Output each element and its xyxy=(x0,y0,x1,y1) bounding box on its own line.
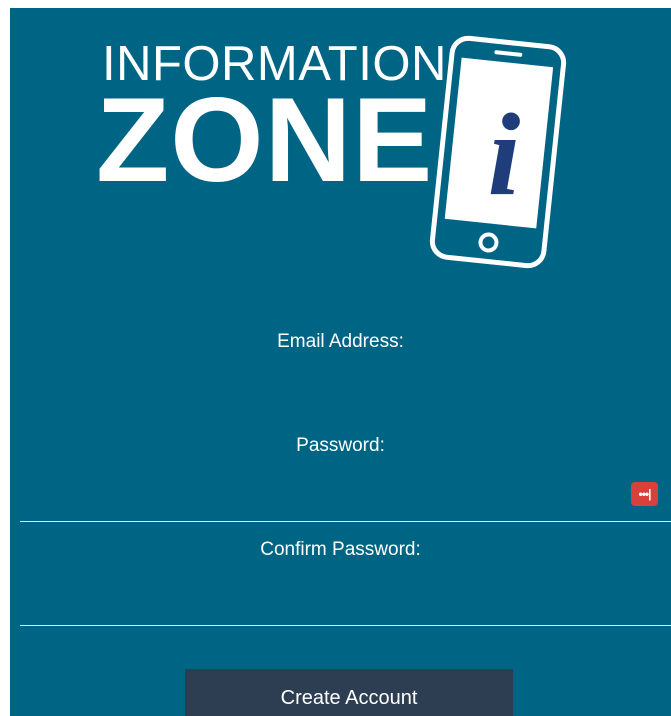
password-manager-icon[interactable]: •••| xyxy=(631,482,658,506)
phone-info-icon: i xyxy=(429,35,567,269)
email-field[interactable] xyxy=(20,378,671,420)
confirm-password-underline xyxy=(20,625,671,626)
password-field[interactable] xyxy=(20,474,671,516)
email-label: Email Address: xyxy=(277,331,404,352)
password-underline xyxy=(20,521,671,522)
create-account-button[interactable]: Create Account xyxy=(185,669,513,716)
password-label: Password: xyxy=(296,435,385,456)
confirm-password-field[interactable] xyxy=(20,580,671,622)
signup-panel: INFORMATION ZONE i Email Address: Passwo… xyxy=(10,8,671,716)
info-letter: i xyxy=(488,89,521,220)
confirm-password-label: Confirm Password: xyxy=(260,539,421,560)
logo-wordmark-line2: ZONE xyxy=(96,73,434,207)
